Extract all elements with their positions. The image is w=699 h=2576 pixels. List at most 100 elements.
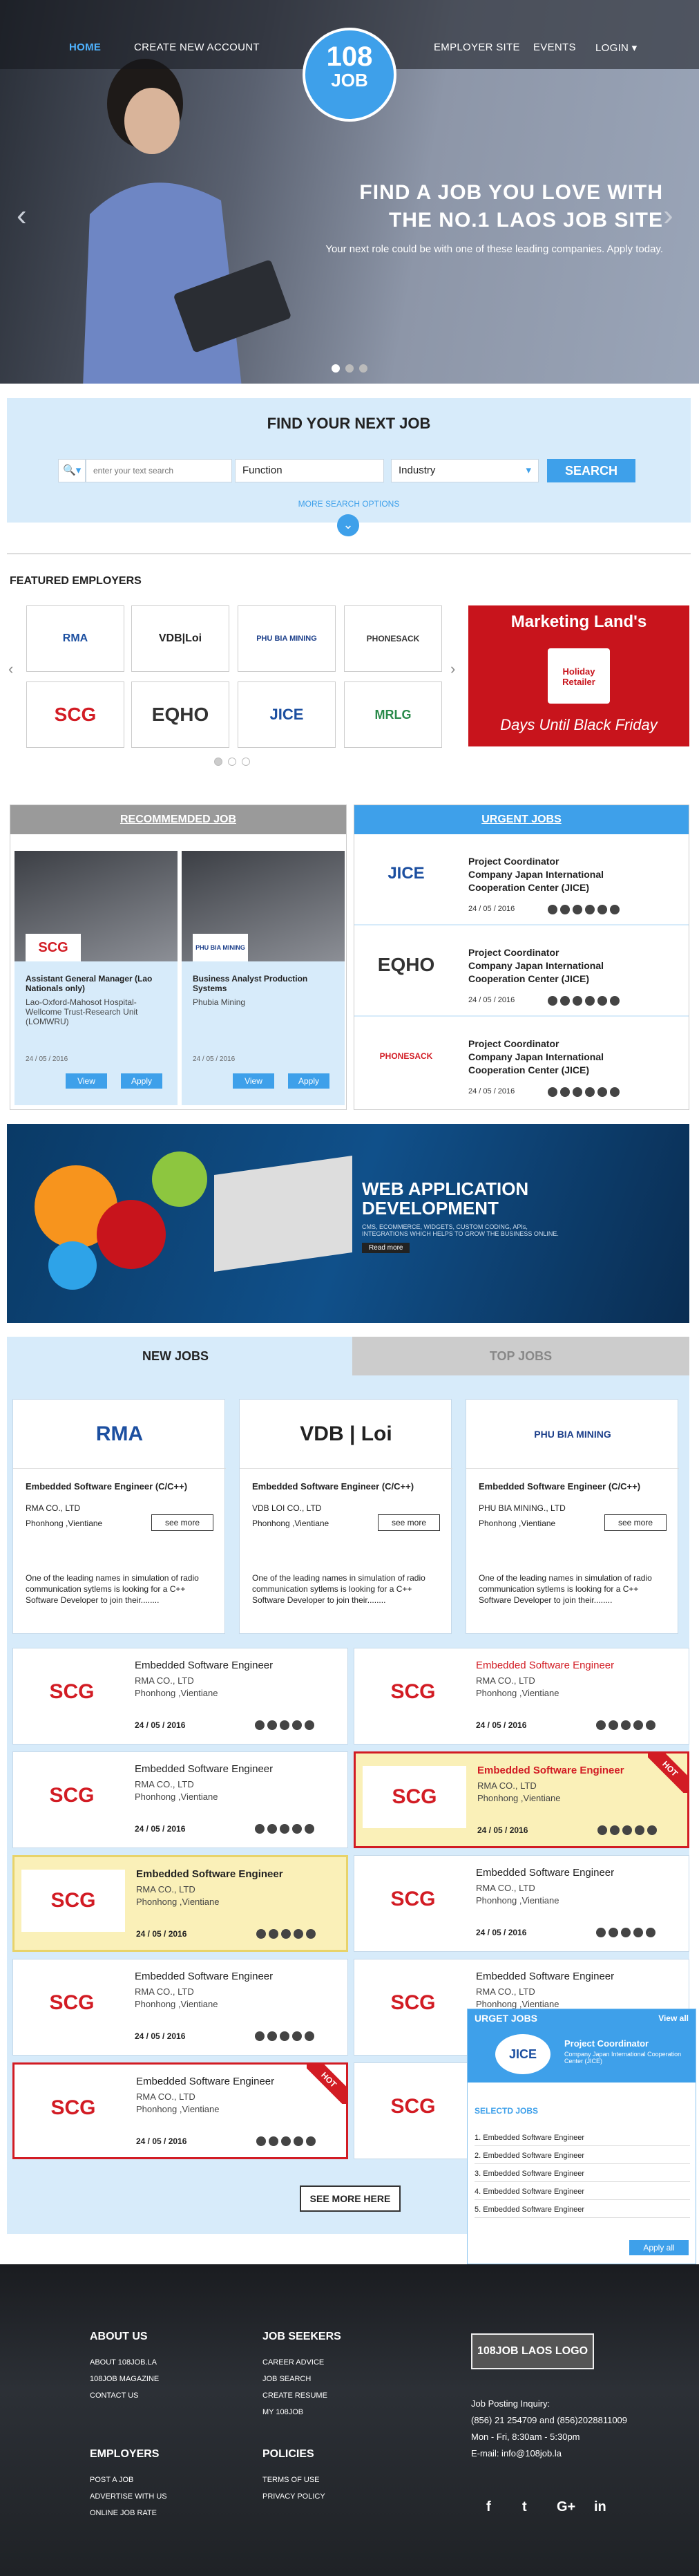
employer-scg[interactable]: SCG: [26, 681, 124, 748]
chevron-down-icon: ▾: [526, 464, 531, 476]
selected-job-item[interactable]: 1. Embedded Software Engineer: [475, 2130, 690, 2146]
featured-next-icon[interactable]: ›: [450, 660, 455, 678]
twitter-icon[interactable]: t: [522, 2499, 527, 2515]
selected-job-item[interactable]: 3. Embedded Software Engineer: [475, 2165, 690, 2182]
advertisement-black-friday[interactable]: Marketing Land's Holiday Retailer Days U…: [468, 605, 689, 746]
hero-prev-arrow-icon[interactable]: ‹: [17, 200, 27, 231]
footer-link[interactable]: POST A JOB: [90, 2472, 167, 2488]
job-list-item[interactable]: SCG Embedded Software Engineer RMA CO., LT…: [12, 1855, 348, 1952]
widget-job[interactable]: JICE Project Coordinator Company Japan I…: [468, 2027, 696, 2083]
recommended-card-1[interactable]: SCG Assistant General Manager (Lao Natio…: [15, 851, 178, 1105]
footer-link[interactable]: 108JOB MAGAZINE: [90, 2371, 159, 2387]
footer-link[interactable]: MY 108JOB: [262, 2404, 327, 2420]
selected-job-item[interactable]: 4. Embedded Software Engineer: [475, 2183, 690, 2200]
share-icons[interactable]: [548, 1087, 620, 1097]
nav-home[interactable]: HOME: [69, 41, 101, 53]
new-job-card[interactable]: RMA Embedded Software Engineer (C/C++) R…: [12, 1399, 226, 1634]
urgent-row[interactable]: JICE Project Coordinator Company Japan I…: [354, 836, 689, 925]
employer-phonesack[interactable]: PHONESACK: [344, 605, 442, 672]
expand-chevron-icon[interactable]: ⌄: [337, 514, 359, 536]
share-icons[interactable]: [597, 1825, 657, 1835]
industry-select[interactable]: Industry ▾: [391, 459, 539, 482]
share-icons[interactable]: [255, 2031, 314, 2041]
function-select[interactable]: Function: [235, 459, 384, 482]
job-list-item[interactable]: SCG Embedded Software Engineer RMA CO., LT…: [354, 1855, 689, 1952]
share-icons[interactable]: [548, 905, 620, 914]
employer-eqho[interactable]: EQHO: [131, 681, 229, 748]
nav-create-account[interactable]: CREATE NEW ACCOUNT: [134, 41, 260, 53]
share-icons[interactable]: [256, 1929, 316, 1939]
job-date: 24 / 05 / 2016: [135, 1720, 186, 1730]
see-more-here-button[interactable]: SEE MORE HERE: [300, 2185, 401, 2212]
facebook-icon[interactable]: f: [486, 2499, 491, 2515]
nav-events[interactable]: EVENTS: [533, 41, 576, 53]
share-icons[interactable]: [256, 2136, 316, 2146]
site-logo[interactable]: 108 JOB: [303, 28, 396, 122]
share-icons[interactable]: [596, 1720, 655, 1730]
apply-all-button[interactable]: Apply all: [629, 2240, 689, 2255]
employer-jice[interactable]: JICE: [238, 681, 336, 748]
featured-prev-icon[interactable]: ‹: [8, 660, 13, 678]
footer-link[interactable]: ADVERTISE WITH US: [90, 2488, 167, 2505]
apply-button[interactable]: Apply: [288, 1073, 329, 1089]
urgent-row[interactable]: EQHO Project Coordinator Company Japan I…: [354, 927, 689, 1017]
featured-dot-3[interactable]: [242, 758, 250, 766]
hero-dot-1[interactable]: [332, 364, 340, 373]
view-button[interactable]: View: [66, 1073, 107, 1089]
new-job-card[interactable]: VDB | Loi Embedded Software Engineer (C/…: [239, 1399, 452, 1634]
new-job-card[interactable]: PHU BIA MINING Embedded Software Enginee…: [466, 1399, 679, 1634]
view-button[interactable]: View: [233, 1073, 274, 1089]
job-list-item[interactable]: SCG Embedded Software Engineer RMA CO., LT…: [12, 2062, 348, 2159]
employer-phubia[interactable]: PHU BIA MINING: [238, 605, 336, 672]
share-icons[interactable]: [548, 996, 620, 1006]
footer-link[interactable]: JOB SEARCH: [262, 2371, 327, 2387]
employer-rma[interactable]: RMA: [26, 605, 124, 672]
employer-mrlg[interactable]: MRLG: [344, 681, 442, 748]
urgent-logo: PHONESACK: [379, 1051, 433, 1061]
share-icons[interactable]: [255, 1824, 314, 1834]
footer-link[interactable]: CONTACT US: [90, 2387, 159, 2404]
recommended-card-2[interactable]: PHU BIA MINING Business Analyst Producti…: [182, 851, 345, 1105]
search-type-dropdown[interactable]: 🔍▾: [58, 459, 86, 482]
employer-vdb[interactable]: VDB|Loi: [131, 605, 229, 672]
view-all-link[interactable]: View all: [658, 2009, 689, 2027]
see-more-button[interactable]: see more: [378, 1514, 440, 1531]
footer-link[interactable]: ONLINE JOB RATE: [90, 2505, 167, 2521]
tab-top-jobs[interactable]: TOP JOBS: [352, 1337, 689, 1375]
job-list-item[interactable]: SCG Embedded Software Engineer RMA CO., LT…: [12, 1751, 348, 1848]
google-plus-icon[interactable]: G+: [557, 2499, 575, 2515]
job-list-item[interactable]: SCG Embedded Software Engineer RMA CO., LT…: [354, 1751, 689, 1848]
share-icons[interactable]: [596, 1928, 655, 1937]
see-more-button[interactable]: see more: [604, 1514, 667, 1531]
tab-new-jobs[interactable]: NEW JOBS: [7, 1337, 344, 1375]
selected-job-item[interactable]: 5. Embedded Software Engineer: [475, 2201, 690, 2218]
nav-employer-site[interactable]: EMPLOYER SITE: [434, 41, 520, 53]
search-button[interactable]: SEARCH: [547, 459, 635, 482]
apply-button[interactable]: Apply: [121, 1073, 162, 1089]
featured-dot-2[interactable]: [228, 758, 236, 766]
job-list-item[interactable]: SCG Embedded Software Engineer RMA CO., LT…: [12, 1959, 348, 2056]
read-more-button[interactable]: Read more: [362, 1243, 410, 1253]
search-input[interactable]: [86, 459, 232, 482]
job-list-item[interactable]: SCG Embedded Software Engineer RMA CO., LT…: [354, 1648, 689, 1745]
footer-link[interactable]: PRIVACY POLICY: [262, 2488, 325, 2505]
urgent-row[interactable]: PHONESACK Project Coordinator Company Ja…: [354, 1018, 689, 1108]
share-icons[interactable]: [255, 1720, 314, 1730]
see-more-button[interactable]: see more: [151, 1514, 213, 1531]
nav-login[interactable]: LOGIN ▾: [595, 41, 638, 54]
job-list-item[interactable]: SCG Embedded Software Engineer RMA CO., LT…: [12, 1648, 348, 1745]
footer-link[interactable]: TERMS OF USE: [262, 2472, 325, 2488]
footer-link[interactable]: ABOUT 108JOB.LA: [90, 2354, 159, 2371]
featured-dot-1[interactable]: [214, 758, 222, 766]
footer-link[interactable]: CREATE RESUME: [262, 2387, 327, 2404]
footer-link[interactable]: CAREER ADVICE: [262, 2354, 327, 2371]
hero-dot-2[interactable]: [345, 364, 354, 373]
more-search-options-link[interactable]: MORE SEARCH OPTIONS: [7, 499, 691, 509]
linkedin-icon[interactable]: in: [594, 2499, 606, 2515]
hero-dot-3[interactable]: [359, 364, 367, 373]
jice-logo: JICE: [495, 2034, 550, 2074]
selected-job-item[interactable]: 2. Embedded Software Engineer: [475, 2147, 690, 2164]
web-dev-banner[interactable]: WEB APPLICATION DEVELOPMENT CMS, ECOMMER…: [7, 1124, 689, 1323]
footer-logo[interactable]: 108JOB LAOS LOGO: [471, 2333, 594, 2369]
hero-next-arrow-icon[interactable]: ›: [663, 200, 673, 231]
